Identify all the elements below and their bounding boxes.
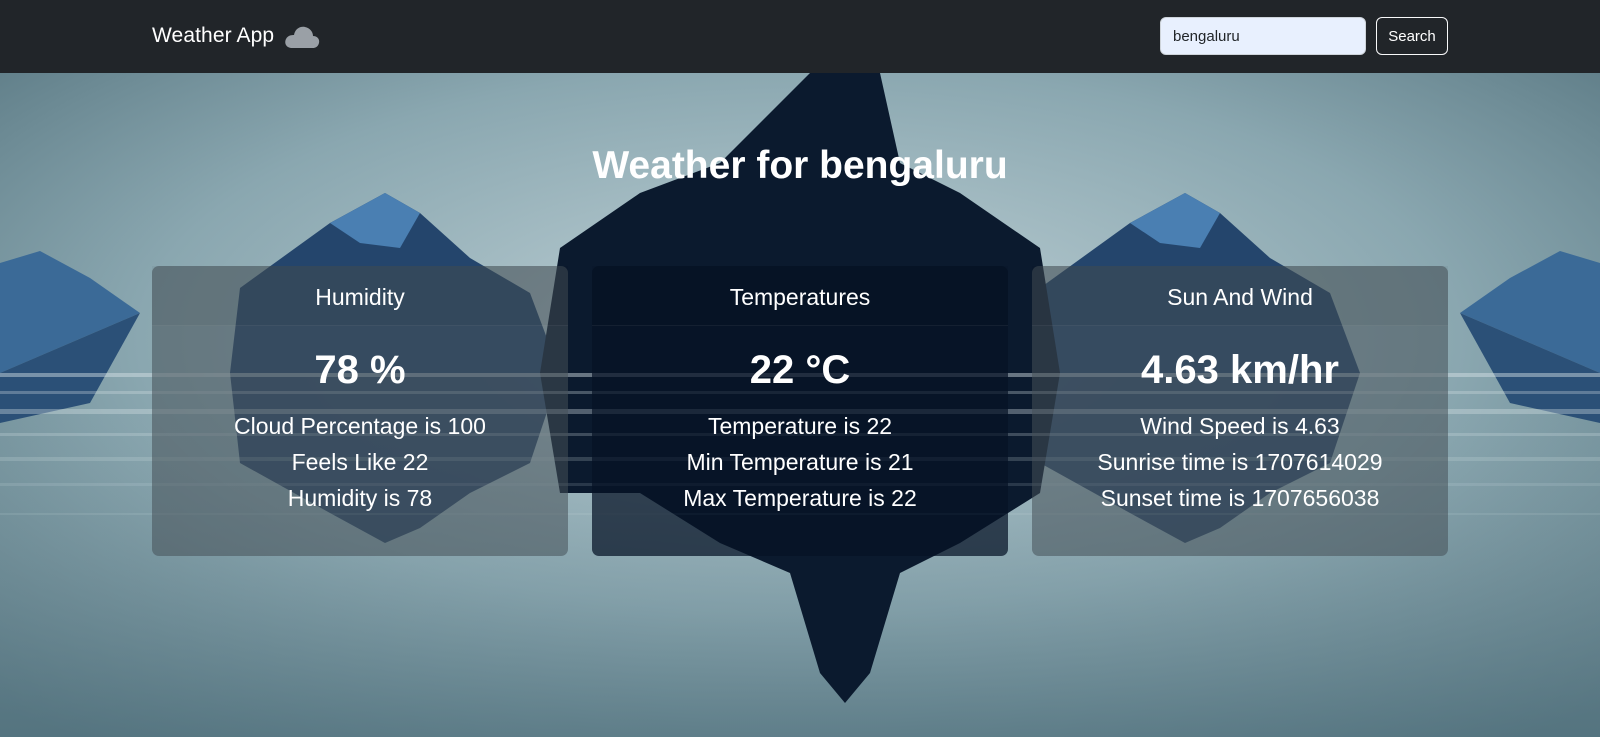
page-title: Weather for bengaluru [592,144,1008,187]
card-line: Temperature is 22 [707,413,893,439]
card-header: Temperatures [592,266,1008,326]
temperatures-card: Temperatures 22 °C Temperature is 22 Min… [592,266,1008,556]
navbar: Weather App Search [0,0,1600,73]
card-line: Cloud Percentage is 100 [234,413,486,439]
cloud-icon [285,26,320,48]
card-line: Max Temperature is 22 [683,485,917,511]
card-lines: Temperature is 22 Min Temperature is 21 … [592,408,1008,516]
card-header: Humidity [152,266,568,326]
card-line: Min Temperature is 21 [686,449,914,475]
card-value: 4.63 km/hr [1141,348,1339,392]
card-line: Humidity is 78 [287,485,433,511]
card-header: Sun And Wind [1032,266,1448,326]
card-line: Feels Like 22 [291,449,429,475]
humidity-card: Humidity 78 % Cloud Percentage is 100 Fe… [152,266,568,556]
sun-and-wind-card: Sun And Wind 4.63 km/hr Wind Speed is 4.… [1032,266,1448,556]
card-lines: Cloud Percentage is 100 Feels Like 22 Hu… [152,408,568,516]
card-value: 22 °C [749,348,851,392]
search-input[interactable] [1160,17,1366,55]
card-line: Wind Speed is 4.63 [1140,413,1340,439]
card-lines: Wind Speed is 4.63 Sunrise time is 17076… [1032,408,1448,516]
search-button[interactable]: Search [1376,17,1448,55]
card-value: 78 % [314,348,406,392]
brand-link[interactable]: Weather App [152,24,274,48]
card-line: Sunrise time is 1707614029 [1097,449,1383,475]
card-line: Sunset time is 1707656038 [1100,485,1380,511]
